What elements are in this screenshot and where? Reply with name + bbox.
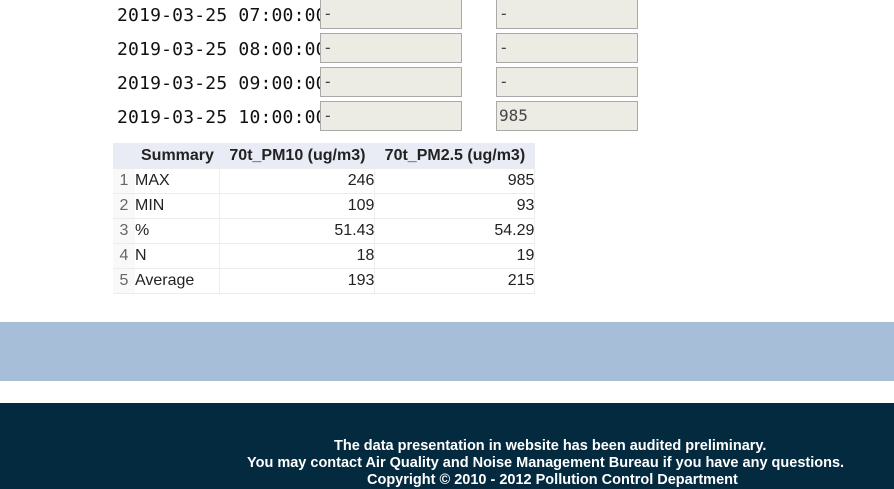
pm10-value-field[interactable]: -: [320, 101, 462, 131]
timestamp: 2019-03-25 08:00:00: [117, 39, 327, 60]
row-index: 3: [113, 218, 135, 244]
row-index: 5: [113, 268, 135, 294]
summary-header: Summary: [135, 143, 220, 169]
table-row: 5 Average 193 215: [113, 268, 536, 294]
pm25-cell: 54.29: [374, 218, 536, 244]
row-label: Average: [135, 268, 221, 294]
pm10-cell: 18: [219, 243, 376, 269]
pm25-cell: 19: [374, 243, 536, 269]
table-row: 1 MAX 246 985: [113, 168, 536, 194]
pm10-cell: 109: [219, 193, 376, 219]
pm25-cell: 93: [374, 193, 536, 219]
pm10-header: 70t_PM10 (ug/m3): [219, 143, 375, 169]
timestamp: 2019-03-25 10:00:00: [117, 107, 327, 128]
pm25-value-field[interactable]: -: [496, 67, 638, 97]
row-label: MAX: [135, 168, 221, 194]
pm10-value-field[interactable]: -: [320, 67, 462, 97]
row-index: 4: [113, 243, 135, 269]
row-label: N: [135, 243, 221, 269]
table-row: 3 % 51.43 54.29: [113, 218, 536, 244]
pm25-value-field[interactable]: -: [496, 0, 638, 29]
pm25-header: 70t_PM2.5 (ug/m3): [374, 143, 535, 169]
footer-audit-note: The data presentation in website has bee…: [334, 438, 767, 454]
row-label: MIN: [135, 193, 221, 219]
row-index: 1: [113, 168, 135, 194]
pm10-cell: 193: [219, 268, 376, 294]
decorative-band: [0, 322, 894, 381]
table-row: 2 MIN 109 93: [113, 193, 536, 219]
pm25-cell: 215: [374, 268, 536, 294]
footer: The data presentation in website has bee…: [0, 403, 894, 489]
pm25-cell: 985: [374, 168, 536, 194]
pm10-value-field[interactable]: -: [320, 33, 462, 63]
pm25-value-field[interactable]: -: [496, 33, 638, 63]
pm25-value-field[interactable]: 985: [496, 101, 638, 131]
footer-contact-note: You may contact Air Quality and Noise Ma…: [247, 455, 845, 471]
timestamp: 2019-03-25 07:00:00: [117, 5, 327, 26]
timestamp: 2019-03-25 09:00:00: [117, 73, 327, 94]
summary-header-row: Summary 70t_PM10 (ug/m3) 70t_PM2.5 (ug/m…: [113, 143, 535, 169]
table-row: 4 N 18 19: [113, 243, 536, 269]
pm10-cell: 246: [219, 168, 376, 194]
footer-copyright: Copyright © 2010 - 2012 Pollution Contro…: [367, 472, 738, 488]
header-corner: [113, 143, 135, 169]
row-label: %: [135, 218, 221, 244]
pm10-value-field[interactable]: -: [320, 0, 462, 29]
summary-table: Summary 70t_PM10 (ug/m3) 70t_PM2.5 (ug/m…: [113, 143, 536, 294]
pm10-cell: 51.43: [219, 218, 376, 244]
row-index: 2: [113, 193, 135, 219]
